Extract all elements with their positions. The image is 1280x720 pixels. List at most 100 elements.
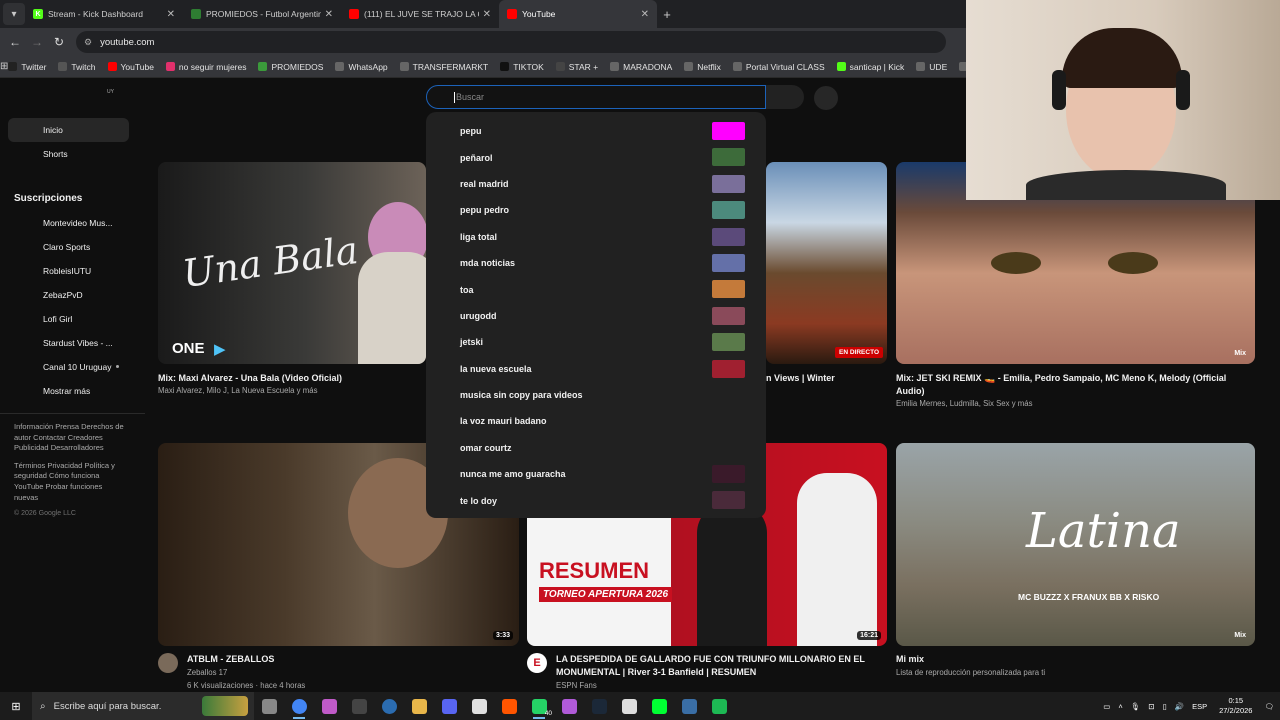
- bookmark-item[interactable]: santicap | Kick: [836, 62, 904, 72]
- footer-links-secondary[interactable]: Términos Privacidad Política y seguridad…: [14, 461, 125, 503]
- tab-search-chevron-icon[interactable]: ▾: [3, 3, 25, 25]
- search-suggestion[interactable]: omar courtz: [426, 435, 766, 461]
- video-title[interactable]: ATBLM - ZEBALLOS: [187, 653, 507, 666]
- close-icon[interactable]: ✕: [325, 9, 333, 20]
- search-suggestion[interactable]: nunca me amo guaracha: [426, 461, 766, 487]
- windows-start-icon[interactable]: ⊞: [0, 700, 32, 713]
- taskbar-app-icon[interactable]: [434, 692, 464, 720]
- video-channel[interactable]: ESPN Fans: [556, 681, 876, 692]
- bookmark-item[interactable]: Twitter: [8, 62, 46, 72]
- channel-avatar[interactable]: [158, 653, 178, 673]
- browser-tab[interactable]: PROMIEDOS - Futbol Argentino ✕: [183, 0, 341, 28]
- sidebar-item[interactable]: Inicio: [8, 118, 129, 142]
- search-suggestion[interactable]: te lo doy: [426, 487, 766, 513]
- bookmark-item[interactable]: MARADONA: [610, 62, 672, 72]
- site-info-icon[interactable]: ⚙: [84, 37, 92, 48]
- notifications-icon[interactable]: 🗨: [1264, 702, 1274, 711]
- video-title[interactable]: Mix: JET SKI REMIX 🚤 - Emilia, Pedro Sam…: [896, 372, 1246, 397]
- video-thumbnail[interactable]: EN DIRECTO: [766, 162, 887, 364]
- search-suggestion[interactable]: urugodd: [426, 303, 766, 329]
- video-title[interactable]: Mix: Maxi Alvarez - Una Bala (Video Ofic…: [158, 372, 426, 385]
- sidebar-subscription-item[interactable]: Lofi Girl: [8, 307, 129, 331]
- search-button[interactable]: [766, 85, 804, 109]
- search-suggestion[interactable]: la voz mauri badano: [426, 408, 766, 434]
- footer-links-primary[interactable]: Información Prensa Derechos de autor Con…: [14, 422, 125, 454]
- sidebar-subscription-item[interactable]: Canal 10 Uruguay: [8, 355, 129, 379]
- video-channel[interactable]: Lista de reproducción personalizada para…: [896, 668, 1246, 679]
- search-suggestion[interactable]: real madrid: [426, 171, 766, 197]
- search-suggestion[interactable]: pepu pedro: [426, 197, 766, 223]
- search-suggestion[interactable]: pepu: [426, 118, 766, 144]
- bookmark-item[interactable]: Twitch: [58, 62, 96, 72]
- search-suggestion[interactable]: toa: [426, 276, 766, 302]
- sidebar-subscription-item[interactable]: Mostrar más: [8, 379, 129, 403]
- sidebar-item[interactable]: Shorts: [8, 142, 129, 166]
- bookmark-item[interactable]: TRANSFERMARKT: [399, 62, 488, 72]
- video-title[interactable]: LA DESPEDIDA DE GALLARDO FUE CON TRIUNFO…: [556, 653, 876, 678]
- search-suggestion[interactable]: la nueva escuela: [426, 356, 766, 382]
- video-thumbnail[interactable]: Una Bala ONE ▶: [158, 162, 426, 364]
- close-icon[interactable]: ✕: [167, 9, 175, 20]
- taskbar-app-icon[interactable]: [494, 692, 524, 720]
- channel-avatar[interactable]: E: [527, 653, 547, 673]
- chevron-up-icon[interactable]: ˄: [1118, 702, 1122, 711]
- taskbar-app-icon[interactable]: [254, 692, 284, 720]
- close-icon[interactable]: ✕: [483, 9, 491, 20]
- voice-search-button[interactable]: [814, 86, 838, 110]
- reload-icon[interactable]: ↻: [48, 35, 70, 49]
- sidebar-subscription-item[interactable]: Montevideo Mus...: [8, 211, 129, 235]
- taskbar-search-input[interactable]: ⌕ Escribe aquí para buscar.: [32, 692, 254, 720]
- bookmark-item[interactable]: UDE: [916, 62, 947, 72]
- sidebar-subscription-item[interactable]: ZebazPvD: [8, 283, 129, 307]
- taskbar-app-icon[interactable]: [404, 692, 434, 720]
- taskbar-app-icon[interactable]: [374, 692, 404, 720]
- language-indicator[interactable]: ESP: [1192, 702, 1207, 711]
- bookmark-item[interactable]: WhatsApp: [335, 62, 388, 72]
- search-suggestion[interactable]: musica sin copy para videos: [426, 382, 766, 408]
- volume-icon[interactable]: 🔊: [1175, 702, 1184, 711]
- bookmark-item[interactable]: YouTube: [107, 62, 154, 72]
- taskbar-app-icon[interactable]: [644, 692, 674, 720]
- sidebar-subscription-item[interactable]: Claro Sports: [8, 235, 129, 259]
- video-title[interactable]: Mi mix: [896, 653, 1246, 666]
- battery-icon[interactable]: ▯: [1163, 702, 1167, 711]
- back-arrow-icon[interactable]: ←: [4, 35, 26, 49]
- bookmark-item[interactable]: Portal Virtual CLASS: [732, 62, 825, 72]
- sidebar-subscription-item[interactable]: Stardust Vibes - ...: [8, 331, 129, 355]
- microphone-icon[interactable]: 🎙: [1131, 702, 1141, 711]
- sidebar-subscription-item[interactable]: RobleisIUTU: [8, 259, 129, 283]
- touch-keyboard-icon[interactable]: ▭: [1103, 702, 1110, 711]
- browser-tab[interactable]: (111) EL JUVE SE TRAJO LA CLASIFICACION ✕: [341, 0, 499, 28]
- taskbar-app-icon[interactable]: [344, 692, 374, 720]
- network-icon[interactable]: ⊡: [1148, 702, 1154, 711]
- taskbar-app-icon[interactable]: [584, 692, 614, 720]
- search-suggestion[interactable]: peñarol: [426, 144, 766, 170]
- taskbar-app-icon[interactable]: [704, 692, 734, 720]
- taskbar-app-icon[interactable]: [614, 692, 644, 720]
- taskbar-app-icon[interactable]: [284, 692, 314, 720]
- bookmark-item[interactable]: no seguir mujeres: [165, 62, 246, 72]
- taskbar-app-icon[interactable]: [554, 692, 584, 720]
- search-suggestion[interactable]: jetski: [426, 329, 766, 355]
- clock[interactable]: 0:15 27/2/2026: [1219, 696, 1252, 716]
- bookmark-item[interactable]: Netflix: [684, 62, 721, 72]
- taskbar-app-icon[interactable]: [674, 692, 704, 720]
- bookmark-item[interactable]: PROMIEDOS: [258, 62, 323, 72]
- browser-tab[interactable]: YouTube ✕: [499, 0, 657, 28]
- video-thumbnail[interactable]: Latina MC BUZZZ X FRANUX BB X RISKO Mix: [896, 443, 1255, 646]
- browser-tab[interactable]: K Stream - Kick Dashboard ✕: [25, 0, 183, 28]
- taskbar-app-icon[interactable]: [464, 692, 494, 720]
- taskbar-app-icon[interactable]: [314, 692, 344, 720]
- video-title[interactable]: n Views | Winter: [766, 372, 887, 385]
- taskbar-app-icon[interactable]: 40: [524, 692, 554, 720]
- subscriptions-heading[interactable]: Suscripciones: [0, 185, 145, 211]
- video-channel[interactable]: Zeballos 17: [187, 668, 507, 679]
- address-bar[interactable]: ⚙ youtube.com: [76, 31, 946, 53]
- new-tab-button[interactable]: +: [657, 7, 677, 22]
- forward-arrow-icon[interactable]: →: [26, 35, 48, 49]
- close-icon[interactable]: ✕: [641, 9, 649, 20]
- apps-grid-icon[interactable]: ⊞: [0, 61, 8, 72]
- video-channel[interactable]: Maxi Alvarez, Milo J, La Nueva Escuela y…: [158, 386, 426, 397]
- search-suggestion[interactable]: mda noticias: [426, 250, 766, 276]
- search-suggestion[interactable]: liga total: [426, 224, 766, 250]
